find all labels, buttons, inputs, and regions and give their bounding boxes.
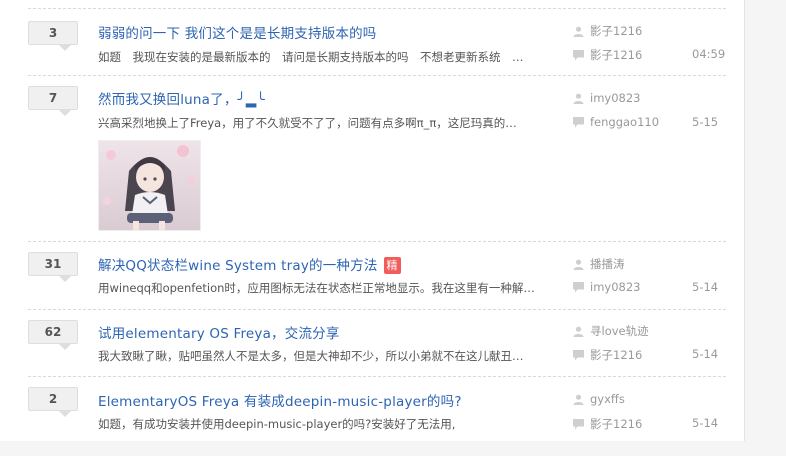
last-reply-time: 5-14 (692, 416, 719, 430)
last-replier-name: fenggao110 (590, 115, 660, 129)
person-icon (573, 326, 584, 337)
speech-bubble-icon (573, 117, 584, 128)
thread-thumbnail-image[interactable] (98, 140, 201, 231)
speech-bubble-icon (573, 419, 584, 430)
thread-last-replier[interactable]: fenggao110 (573, 115, 659, 129)
speech-bubble-icon (573, 50, 584, 61)
thread-excerpt: 如题 我现在安装的是最新版本的 请问是长期支持版本的吗 不想老更新系统 … (98, 50, 524, 64)
thread-last-replier[interactable]: 影子1216 (573, 47, 642, 63)
reply-count: 31 (28, 252, 78, 282)
thread-title-text: 解决QQ状态栏wine System tray的一种方法 (98, 258, 378, 274)
featured-badge: 精 (383, 257, 401, 274)
thread-row: 7 然而我又换回luna了，╯▂╰ 兴高采烈地换上了Freya，用了不久就受不了… (28, 74, 726, 242)
reply-count: 3 (28, 21, 78, 51)
person-icon (573, 26, 584, 37)
thread-title-text: 然而我又换回luna了，╯▂╰ (98, 92, 265, 108)
thread-author[interactable]: 影子1216 (573, 23, 642, 39)
reply-count: 62 (28, 320, 78, 350)
thread-author[interactable]: imy0823 (573, 91, 640, 105)
thread-last-replier[interactable]: 影子1216 (573, 347, 642, 363)
last-replier-name: 影子1216 (590, 348, 643, 362)
author-name: 影子1216 (590, 24, 643, 38)
author-name: gyxffs (590, 392, 625, 406)
thread-excerpt: 我大致瞅了瞅，贴吧虽然人不是太多，但是大神却不少，所以小弟就不在这儿献丑… (98, 349, 524, 363)
thread-title-link[interactable]: 试用elementary OS Freya，交流分享 (98, 322, 340, 342)
last-replier-name: imy0823 (590, 280, 641, 294)
thread-excerpt: 兴高采烈地换上了Freya，用了不久就受不了了，问题有点多啊π_π，这尼玛真的… (98, 116, 517, 130)
thread-row: 31 解决QQ状态栏wine System tray的一种方法精 用wineqq… (28, 241, 726, 310)
thread-list-panel: 3 弱弱的问一下 我们这个是是长期支持版本的吗 如题 我现在安装的是最新版本的 … (0, 0, 745, 441)
last-replier-name: 影子1216 (590, 48, 643, 62)
person-icon (573, 259, 584, 270)
speech-bubble-icon (573, 282, 584, 293)
author-name: 播播涛 (590, 257, 625, 271)
last-reply-time: 04:59 (692, 47, 726, 61)
thread-title-link[interactable]: 弱弱的问一下 我们这个是是长期支持版本的吗 (98, 22, 377, 42)
thread-row: 62 试用elementary OS Freya，交流分享 我大致瞅了瞅，贴吧虽… (28, 309, 726, 377)
reply-count: 2 (28, 387, 78, 417)
reply-count: 7 (28, 86, 78, 116)
thread-title-link[interactable]: 然而我又换回luna了，╯▂╰ (98, 88, 265, 108)
thread-row: 2 ElementaryOS Freya 有装成deepin-music-pla… (28, 376, 726, 456)
thread-excerpt: 如题，有成功安装并使用deepin-music-player的吗?安装好了无法用… (98, 417, 456, 431)
last-reply-time: 5-15 (692, 115, 719, 129)
thread-last-replier[interactable]: 影子1216 (573, 416, 642, 432)
thread-last-replier[interactable]: imy0823 (573, 280, 640, 294)
thread-row: 3 弱弱的问一下 我们这个是是长期支持版本的吗 如题 我现在安装的是最新版本的 … (28, 8, 726, 76)
thread-author[interactable]: gyxffs (573, 392, 625, 406)
thread-title-link[interactable]: ElementaryOS Freya 有装成deepin-music-playe… (98, 390, 462, 410)
last-reply-time: 5-14 (692, 347, 719, 361)
thread-excerpt: 用wineqq和openfetion时，应用图标无法在状态栏正常地显示。我在这里… (98, 281, 535, 295)
author-name: imy0823 (590, 91, 641, 105)
thread-title-link[interactable]: 解决QQ状态栏wine System tray的一种方法精 (98, 254, 401, 274)
thread-author[interactable]: 寻love轨迹 (573, 323, 649, 339)
person-icon (573, 93, 584, 104)
thread-author[interactable]: 播播涛 (573, 256, 625, 272)
person-icon (573, 394, 584, 405)
author-name: 寻love轨迹 (590, 324, 649, 338)
last-reply-time: 5-14 (692, 280, 719, 294)
anime-girl-illustration (99, 141, 200, 230)
speech-bubble-icon (573, 350, 584, 361)
last-replier-name: 影子1216 (590, 417, 643, 431)
